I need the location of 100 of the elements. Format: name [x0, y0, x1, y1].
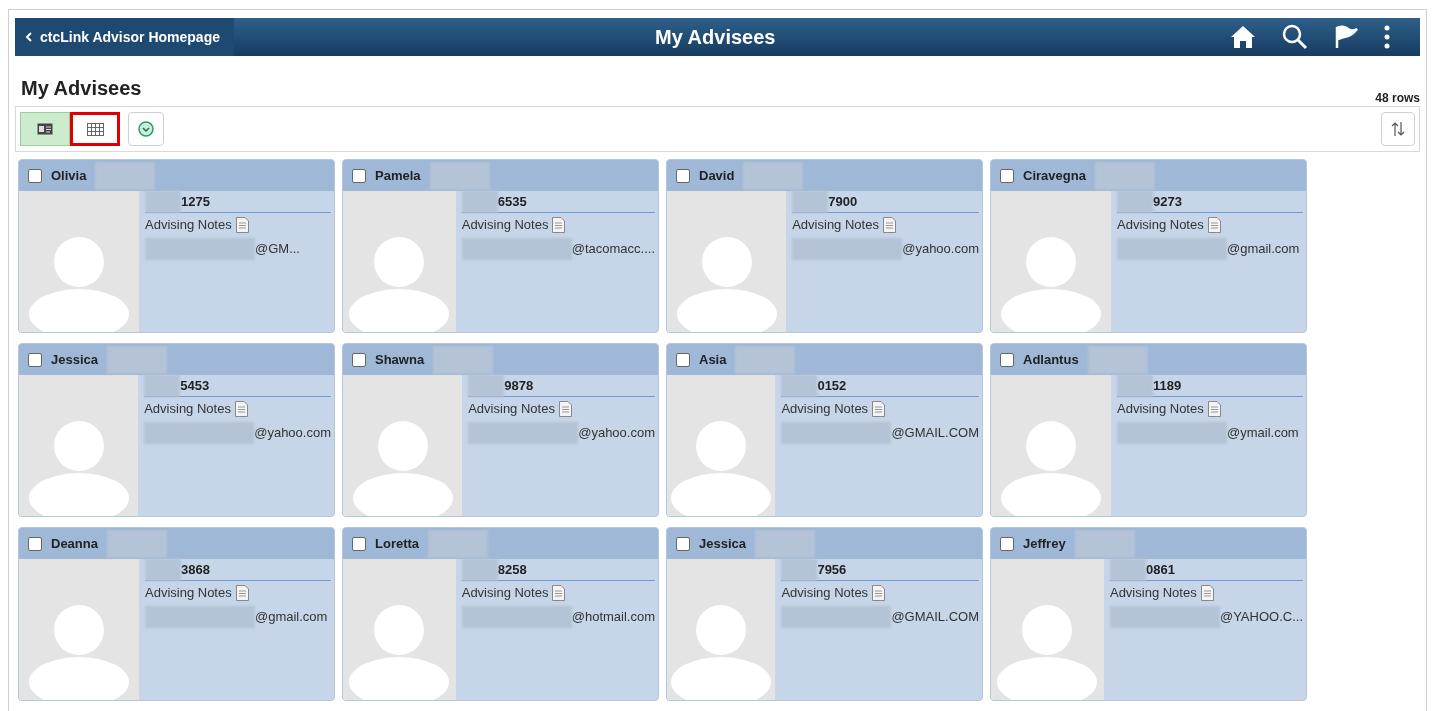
- email-address[interactable]: @tacomacc....: [571, 238, 655, 259]
- document-icon[interactable]: [1200, 584, 1214, 601]
- student-id: 6535: [497, 192, 527, 211]
- advisee-name: Deanna: [51, 534, 98, 553]
- advisee-card[interactable]: Jessica 7956 Advising Notes @GMAIL.COM: [666, 527, 983, 701]
- advisee-name: Jessica: [699, 534, 746, 553]
- student-id: 0152: [817, 376, 847, 395]
- document-icon[interactable]: [882, 216, 896, 233]
- select-checkbox[interactable]: [352, 536, 366, 551]
- advising-notes-link[interactable]: Advising Notes: [144, 399, 231, 419]
- advisee-card[interactable]: Jeffrey 0861 Advising Notes @YAHOO.C...: [990, 527, 1307, 701]
- email-address[interactable]: @hotmail.com: [571, 606, 655, 627]
- advising-notes-link[interactable]: Advising Notes: [145, 583, 232, 603]
- select-checkbox[interactable]: [676, 352, 690, 367]
- advisee-card[interactable]: Jessica 5453 Advising Notes @yahoo.com: [18, 343, 335, 517]
- home-icon[interactable]: [1230, 25, 1256, 49]
- search-icon[interactable]: [1282, 24, 1308, 50]
- select-checkbox[interactable]: [28, 536, 42, 551]
- advising-notes-link[interactable]: Advising Notes: [1117, 215, 1204, 235]
- advising-notes-link[interactable]: Advising Notes: [781, 583, 869, 603]
- page-title: My Advisees: [21, 76, 142, 101]
- advisee-name: Olivia: [51, 166, 87, 185]
- document-icon[interactable]: [872, 584, 886, 601]
- advisee-name: Loretta: [375, 534, 420, 553]
- student-id: 1275: [181, 192, 210, 211]
- student-id: 0861: [1145, 560, 1175, 579]
- advisee-card[interactable]: Ciravegna 9273 Advising Notes @gmail.com: [990, 159, 1307, 333]
- student-id: 5453: [180, 376, 210, 395]
- advisee-card[interactable]: Loretta 8258 Advising Notes @hotmail.com: [342, 527, 659, 701]
- email-address[interactable]: @yahoo.com: [578, 422, 655, 443]
- document-icon[interactable]: [872, 400, 886, 417]
- chevron-down-circle-icon: [138, 121, 154, 137]
- advisee-name: Ciravegna: [1023, 166, 1086, 185]
- advising-notes-link[interactable]: Advising Notes: [145, 215, 232, 235]
- header-title: My Advisees: [655, 25, 776, 50]
- email-address[interactable]: @GM...: [255, 238, 300, 259]
- advising-notes-link[interactable]: Advising Notes: [792, 215, 879, 235]
- advisee-name: Jeffrey: [1023, 534, 1066, 553]
- document-icon[interactable]: [552, 216, 566, 233]
- select-checkbox[interactable]: [28, 352, 42, 367]
- document-icon[interactable]: [235, 584, 249, 601]
- student-id: 7956: [817, 560, 847, 579]
- select-checkbox[interactable]: [1000, 536, 1014, 551]
- advisee-card[interactable]: Asia 0152 Advising Notes @GMAIL.COM: [666, 343, 983, 517]
- email-address[interactable]: @GMAIL.COM: [891, 422, 979, 443]
- email-address[interactable]: @GMAIL.COM: [891, 606, 979, 627]
- advising-notes-link[interactable]: Advising Notes: [1109, 583, 1197, 603]
- document-icon[interactable]: [1207, 216, 1221, 233]
- advising-notes-link[interactable]: Advising Notes: [1117, 399, 1204, 419]
- select-checkbox[interactable]: [676, 168, 690, 183]
- document-icon[interactable]: [558, 400, 572, 417]
- student-id: 9878: [504, 376, 534, 395]
- advisee-card[interactable]: Olivia 1275 Advising Notes @GM...: [18, 159, 335, 333]
- advising-notes-link[interactable]: Advising Notes: [461, 583, 549, 603]
- advising-notes-link[interactable]: Advising Notes: [468, 399, 555, 419]
- document-icon[interactable]: [1207, 400, 1221, 417]
- card-view-button[interactable]: [20, 112, 70, 146]
- email-address[interactable]: @YAHOO.C...: [1219, 606, 1303, 627]
- email-address[interactable]: @yahoo.com: [254, 422, 331, 443]
- student-id: 1189: [1153, 376, 1182, 395]
- student-id: 3868: [181, 560, 210, 579]
- email-address[interactable]: @yahoo.com: [902, 238, 979, 259]
- sort-arrows-icon: [1390, 121, 1406, 137]
- select-checkbox[interactable]: [352, 168, 366, 183]
- student-id: 8258: [497, 560, 527, 579]
- back-button[interactable]: ctcLink Advisor Homepage: [15, 18, 234, 56]
- select-checkbox[interactable]: [28, 168, 42, 183]
- more-options-icon[interactable]: [1384, 25, 1390, 49]
- advising-notes-link[interactable]: Advising Notes: [781, 399, 869, 419]
- advisee-name: Pamela: [375, 166, 421, 185]
- select-checkbox[interactable]: [1000, 168, 1014, 183]
- advisee-card[interactable]: Adlantus 1189 Advising Notes @ymail.com: [990, 343, 1307, 517]
- document-icon[interactable]: [234, 400, 248, 417]
- advisee-card[interactable]: David 7900 Advising Notes @yahoo.com: [666, 159, 983, 333]
- table-grid-icon: [86, 122, 104, 136]
- row-count: 48 rows: [1375, 90, 1420, 107]
- student-id: 7900: [828, 192, 858, 211]
- email-address[interactable]: @gmail.com: [1227, 238, 1300, 259]
- advisee-name: Adlantus: [1023, 350, 1079, 369]
- advising-notes-link[interactable]: Advising Notes: [461, 215, 549, 235]
- advisee-name: Jessica: [51, 350, 98, 369]
- advisee-name: Shawna: [375, 350, 425, 369]
- student-id: 9273: [1153, 192, 1182, 211]
- document-icon[interactable]: [552, 584, 566, 601]
- select-checkbox[interactable]: [1000, 352, 1014, 367]
- email-address[interactable]: @gmail.com: [255, 606, 328, 627]
- select-checkbox[interactable]: [352, 352, 366, 367]
- email-address[interactable]: @ymail.com: [1227, 422, 1299, 443]
- advisee-name: Asia: [699, 350, 727, 369]
- grid-view-button[interactable]: [70, 112, 120, 146]
- sort-button[interactable]: [1381, 112, 1415, 146]
- document-icon[interactable]: [235, 216, 249, 233]
- advisee-card[interactable]: Shawna 9878 Advising Notes @yahoo.com: [342, 343, 659, 517]
- flag-icon[interactable]: [1334, 25, 1358, 49]
- filter-button[interactable]: [128, 112, 164, 146]
- advisee-name: David: [699, 166, 735, 185]
- select-checkbox[interactable]: [676, 536, 690, 551]
- id-card-icon: [37, 123, 53, 135]
- advisee-card[interactable]: Deanna 3868 Advising Notes @gmail.com: [18, 527, 335, 701]
- advisee-card[interactable]: Pamela 6535 Advising Notes @tacomacc....: [342, 159, 659, 333]
